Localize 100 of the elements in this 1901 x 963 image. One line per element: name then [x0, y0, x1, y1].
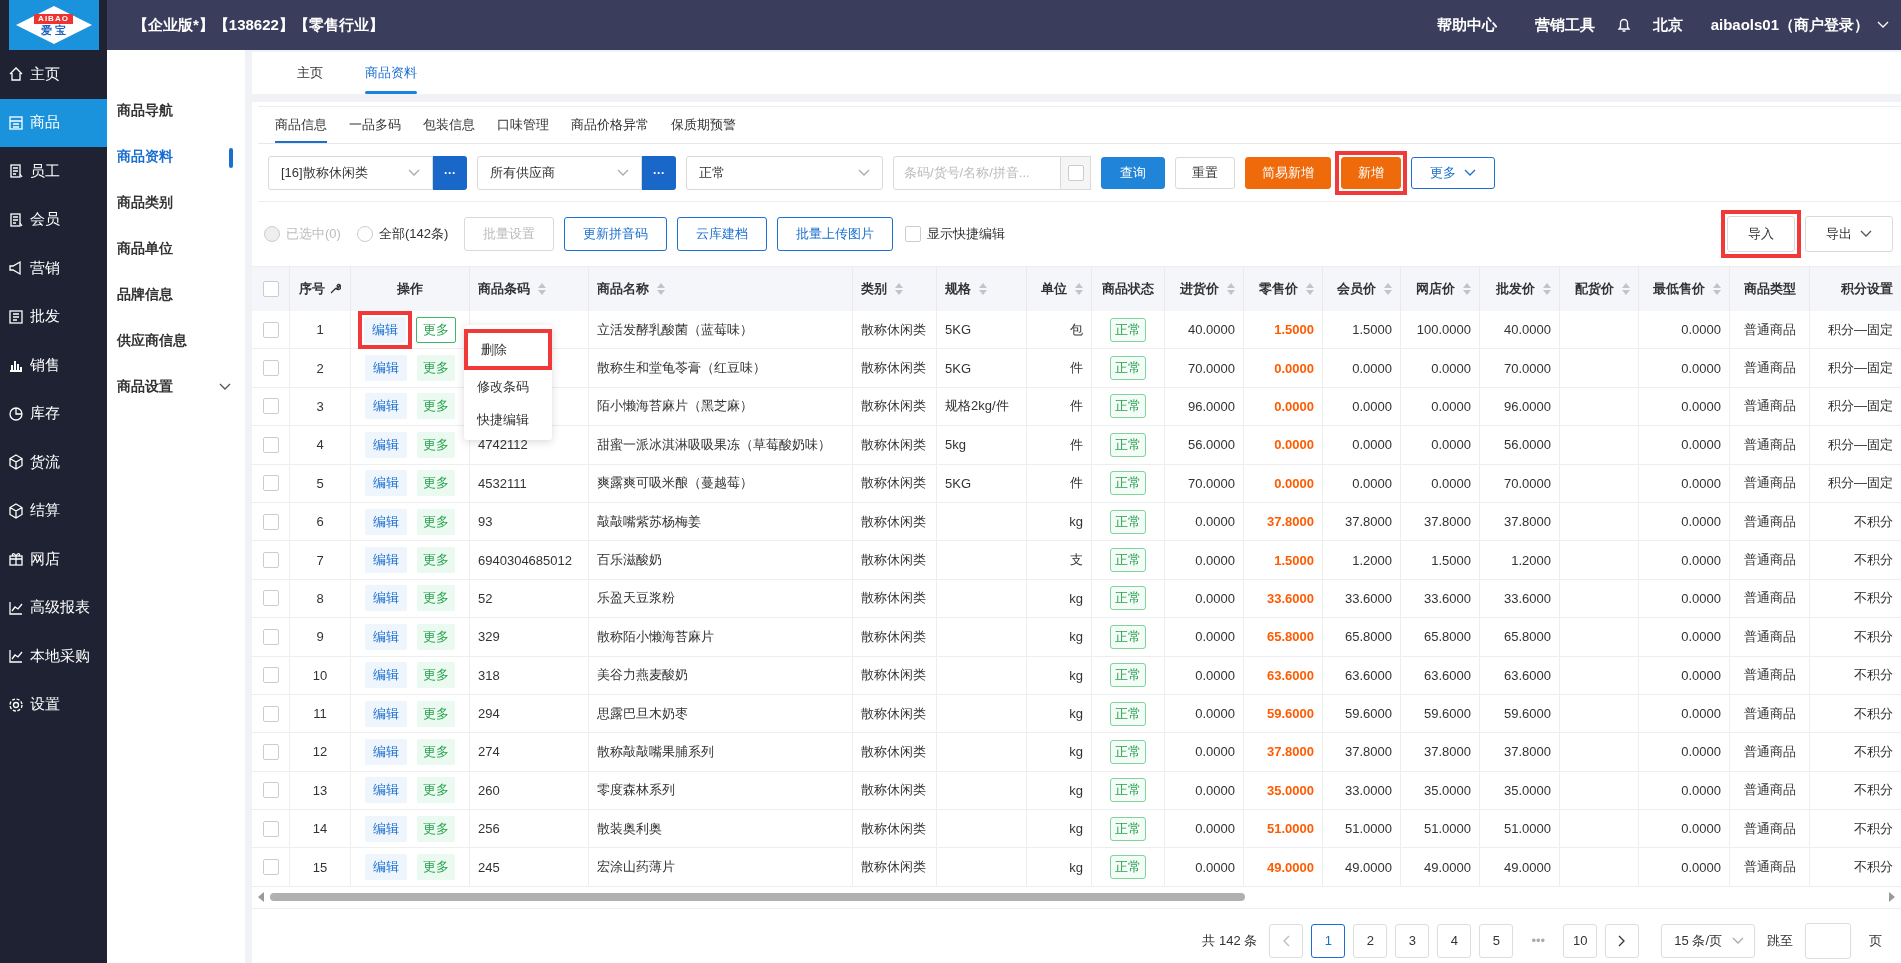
- page-button[interactable]: 2: [1353, 923, 1388, 958]
- search-checkbox[interactable]: [1067, 164, 1084, 181]
- menu-item[interactable]: 修改条码: [464, 370, 552, 403]
- subnav-item[interactable]: 商品资料: [107, 134, 245, 180]
- edit-button[interactable]: 编辑: [365, 431, 407, 458]
- sub-tab[interactable]: 保质期预警: [660, 107, 747, 143]
- sort-icon[interactable]: [538, 282, 546, 296]
- subnav-item[interactable]: 商品单位: [107, 226, 245, 272]
- edit-button[interactable]: 编辑: [365, 470, 407, 497]
- sidebar-item[interactable]: 员工: [0, 147, 107, 196]
- sort-icon[interactable]: [1713, 282, 1721, 296]
- action-button[interactable]: 重置: [1175, 156, 1235, 189]
- dropdown-button[interactable]: 更多: [1411, 156, 1495, 189]
- sidebar-item[interactable]: 批发: [0, 292, 107, 341]
- sidebar-item[interactable]: 高级报表: [0, 583, 107, 632]
- scrollbar-thumb[interactable]: [270, 893, 1245, 902]
- page-button[interactable]: 5: [1479, 923, 1514, 958]
- row-checkbox[interactable]: [262, 552, 279, 569]
- header-link[interactable]: 营销工具: [1534, 15, 1595, 35]
- batch-action-button[interactable]: 云库建档: [677, 217, 768, 251]
- batch-action-button[interactable]: 批量上传图片: [777, 217, 894, 251]
- row-checkbox[interactable]: [262, 360, 279, 377]
- edit-button[interactable]: 编辑: [365, 662, 407, 689]
- edit-button[interactable]: 编辑: [365, 815, 407, 842]
- bell-icon[interactable]: [1616, 17, 1631, 33]
- column-header[interactable]: 类别: [853, 267, 937, 311]
- subnav-item[interactable]: 商品类别: [107, 180, 245, 226]
- row-checkbox[interactable]: [262, 859, 279, 876]
- edit-button[interactable]: 编辑: [365, 585, 407, 612]
- category-picker-button[interactable]: ···: [433, 155, 467, 190]
- page-button[interactable]: 1: [1311, 923, 1346, 958]
- subnav-item[interactable]: 商品设置: [107, 364, 245, 410]
- column-header[interactable]: 零售价: [1244, 267, 1323, 311]
- sub-tab[interactable]: 一品多码: [338, 107, 412, 143]
- page-tab[interactable]: 主页: [276, 52, 344, 94]
- sidebar-item[interactable]: 货流: [0, 438, 107, 487]
- column-header[interactable]: 会员价: [1323, 267, 1401, 311]
- sort-icon[interactable]: [1306, 282, 1314, 296]
- dropdown-button[interactable]: 导出: [1805, 216, 1893, 252]
- sort-icon[interactable]: [1463, 282, 1471, 296]
- edit-button[interactable]: 编辑: [365, 355, 407, 382]
- row-checkbox[interactable]: [262, 820, 279, 837]
- sort-icon[interactable]: [895, 282, 903, 296]
- sort-icon[interactable]: [1384, 282, 1392, 296]
- page-jump-field[interactable]: [1805, 922, 1851, 959]
- sort-icon[interactable]: [1622, 282, 1630, 296]
- menu-item[interactable]: 快捷编辑: [464, 403, 552, 436]
- user-menu[interactable]: aibaols01（商户登录）: [1710, 15, 1869, 35]
- menu-item[interactable]: 删除: [468, 333, 548, 366]
- page-tab[interactable]: 商品资料: [344, 52, 438, 94]
- sidebar-item[interactable]: 营销: [0, 244, 107, 293]
- category-select[interactable]: [16]散称休闲类: [268, 155, 433, 190]
- sidebar-item[interactable]: 库存: [0, 389, 107, 438]
- batch-action-button[interactable]: 更新拼音码: [564, 217, 668, 251]
- sub-tab[interactable]: 包装信息: [412, 107, 486, 143]
- edit-button[interactable]: 编辑: [365, 739, 407, 765]
- edit-button[interactable]: 编辑: [365, 547, 407, 574]
- sub-tab[interactable]: 口味管理: [486, 107, 560, 143]
- row-checkbox[interactable]: [262, 628, 279, 645]
- column-header[interactable]: 配货价: [1560, 267, 1639, 311]
- search-field[interactable]: 条码/货号/名称/拼音...: [893, 155, 1061, 190]
- quick-edit-checkbox[interactable]: [905, 226, 922, 242]
- row-checkbox[interactable]: [262, 667, 279, 684]
- sidebar-item[interactable]: 主页: [0, 50, 107, 99]
- supplier-picker-button[interactable]: ···: [642, 155, 676, 190]
- row-checkbox[interactable]: [262, 744, 279, 760]
- row-checkbox[interactable]: [262, 513, 279, 530]
- chevron-down-icon[interactable]: [219, 383, 231, 391]
- column-header[interactable]: 规格: [937, 267, 1027, 311]
- sidebar-item[interactable]: 设置: [0, 680, 107, 729]
- supplier-select[interactable]: 所有供应商: [477, 155, 642, 190]
- header-link[interactable]: 帮助中心: [1436, 15, 1497, 35]
- subnav-item[interactable]: 商品导航: [107, 88, 245, 134]
- city-selector[interactable]: 北京: [1652, 15, 1683, 35]
- row-checkbox[interactable]: [262, 436, 279, 453]
- sidebar-item[interactable]: 会员: [0, 195, 107, 244]
- subnav-item[interactable]: 品牌信息: [107, 272, 245, 318]
- sidebar-item[interactable]: 本地采购: [0, 632, 107, 681]
- column-header[interactable]: 商品名称: [589, 267, 853, 311]
- sort-icon[interactable]: [979, 282, 987, 296]
- subnav-item[interactable]: 供应商信息: [107, 318, 245, 364]
- sub-tab[interactable]: 商品价格异常: [560, 107, 660, 143]
- edit-button[interactable]: 编辑: [365, 777, 407, 804]
- more-button[interactable]: 更多: [416, 316, 456, 343]
- row-checkbox[interactable]: [262, 590, 279, 607]
- sort-icon[interactable]: [1227, 282, 1235, 296]
- status-select[interactable]: 正常: [686, 155, 883, 190]
- next-page-button[interactable]: [1605, 923, 1640, 958]
- edit-button[interactable]: 编辑: [365, 508, 407, 535]
- select-all-checkbox[interactable]: [262, 281, 279, 297]
- column-header[interactable]: 批发价: [1480, 267, 1560, 311]
- sidebar-item[interactable]: 网店: [0, 535, 107, 584]
- edit-button[interactable]: 编辑: [364, 316, 406, 343]
- page-button[interactable]: 4: [1437, 923, 1472, 958]
- page-size-select[interactable]: 15 条/页: [1661, 923, 1755, 958]
- sidebar-item[interactable]: 结算: [0, 486, 107, 535]
- row-checkbox[interactable]: [262, 705, 279, 722]
- action-button[interactable]: 查询: [1101, 156, 1165, 189]
- sort-icon[interactable]: [657, 282, 665, 296]
- sort-icon[interactable]: [1075, 282, 1083, 296]
